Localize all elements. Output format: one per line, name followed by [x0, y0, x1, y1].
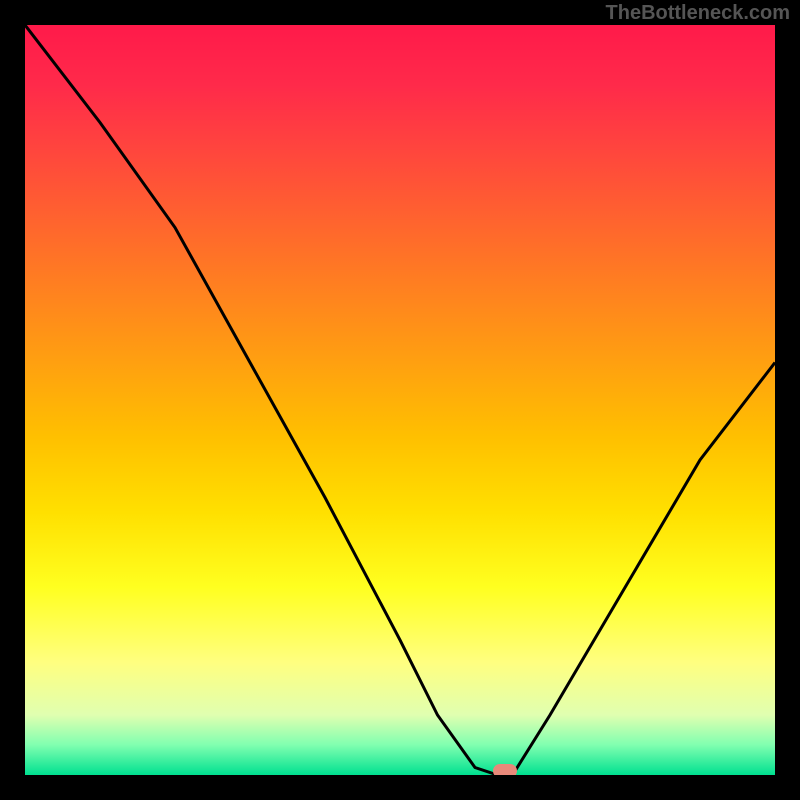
optimal-marker [493, 764, 517, 775]
plot-area [25, 25, 775, 775]
bottleneck-curve-path [25, 25, 775, 775]
watermark-text: TheBottleneck.com [606, 2, 790, 25]
curve-svg [25, 25, 775, 775]
